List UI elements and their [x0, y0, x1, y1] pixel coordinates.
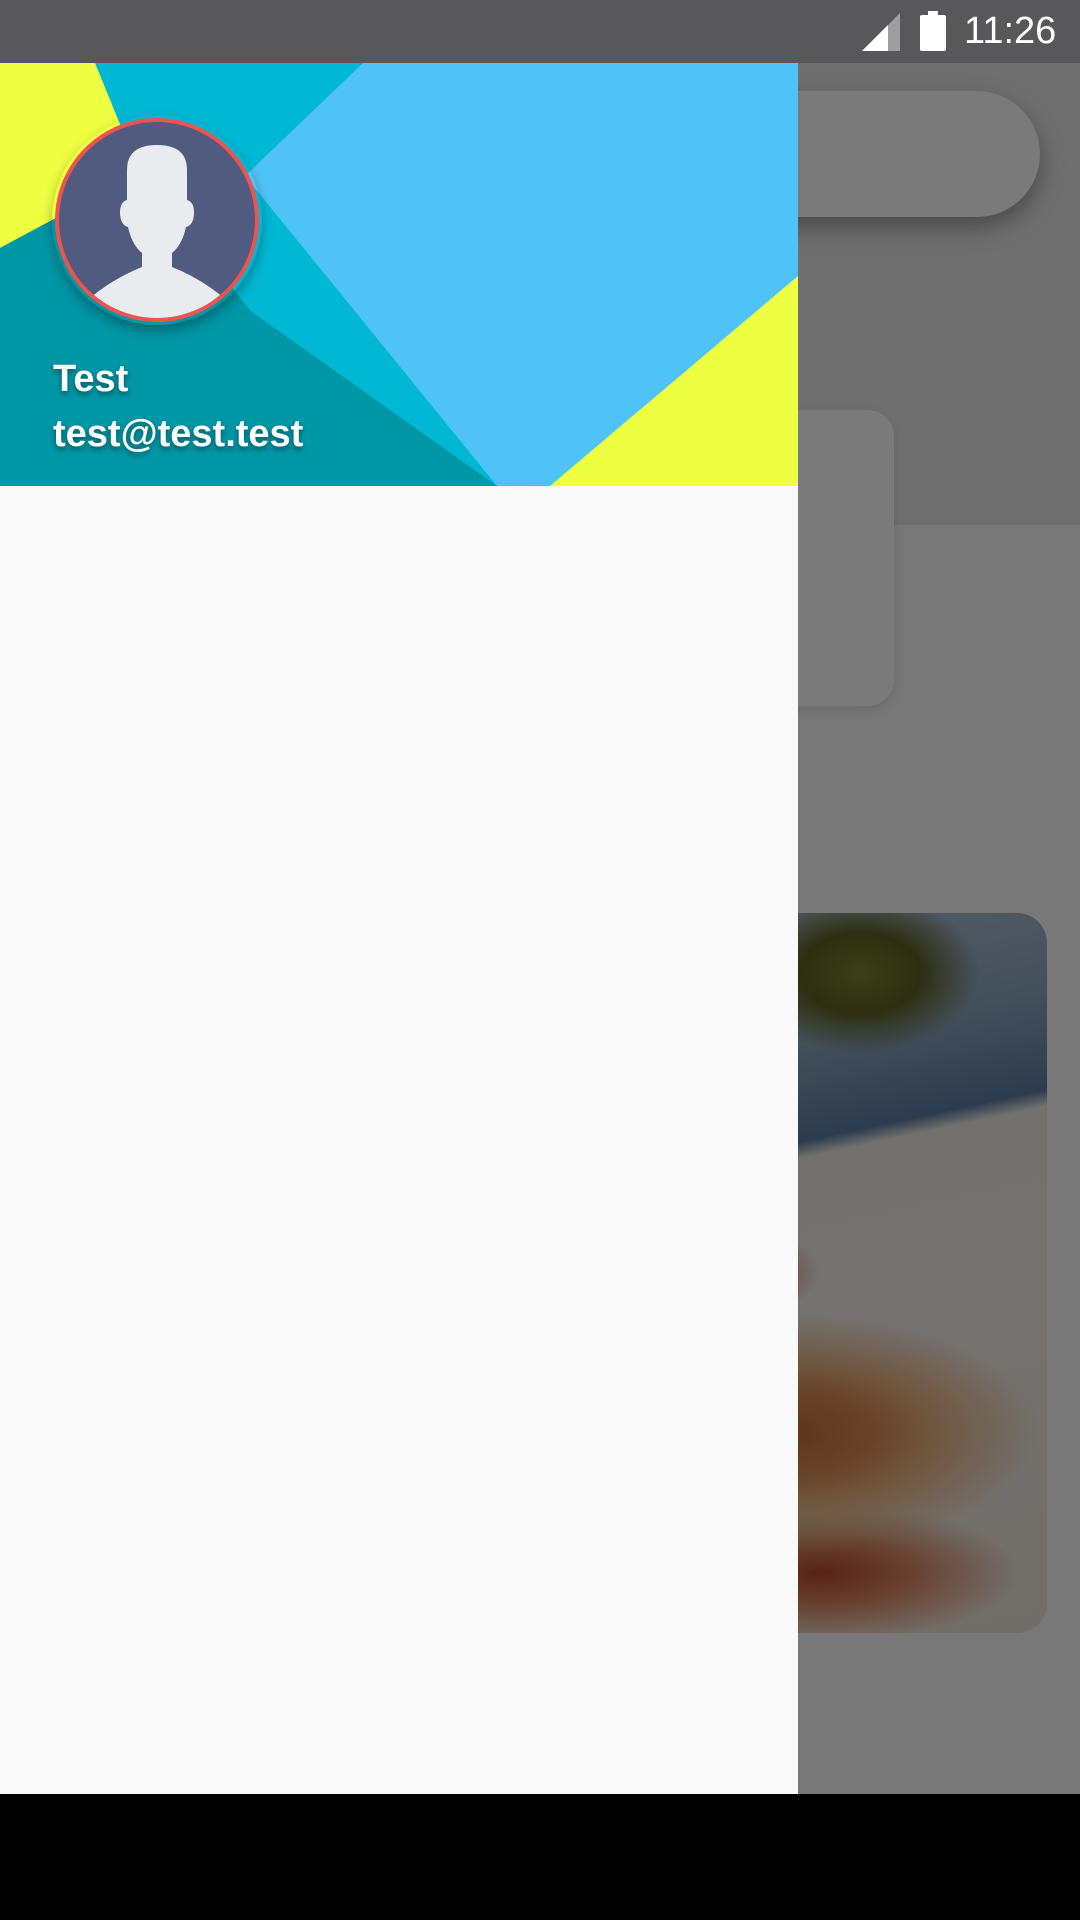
system-navigation-bar — [0, 1794, 1080, 1920]
navigation-drawer: Test test@test.test — [0, 63, 798, 1794]
drawer-header: Test test@test.test — [0, 63, 798, 486]
status-time: 11:26 — [964, 10, 1057, 52]
signal-icon — [862, 13, 900, 51]
screen: st l me 11:26 — [0, 0, 1080, 1920]
battery-icon — [920, 11, 946, 51]
avatar[interactable] — [52, 115, 262, 325]
drawer-user-email: test@test.test — [53, 413, 304, 455]
drawer-user-name: Test — [53, 358, 129, 400]
status-bar: 11:26 — [0, 0, 1080, 63]
